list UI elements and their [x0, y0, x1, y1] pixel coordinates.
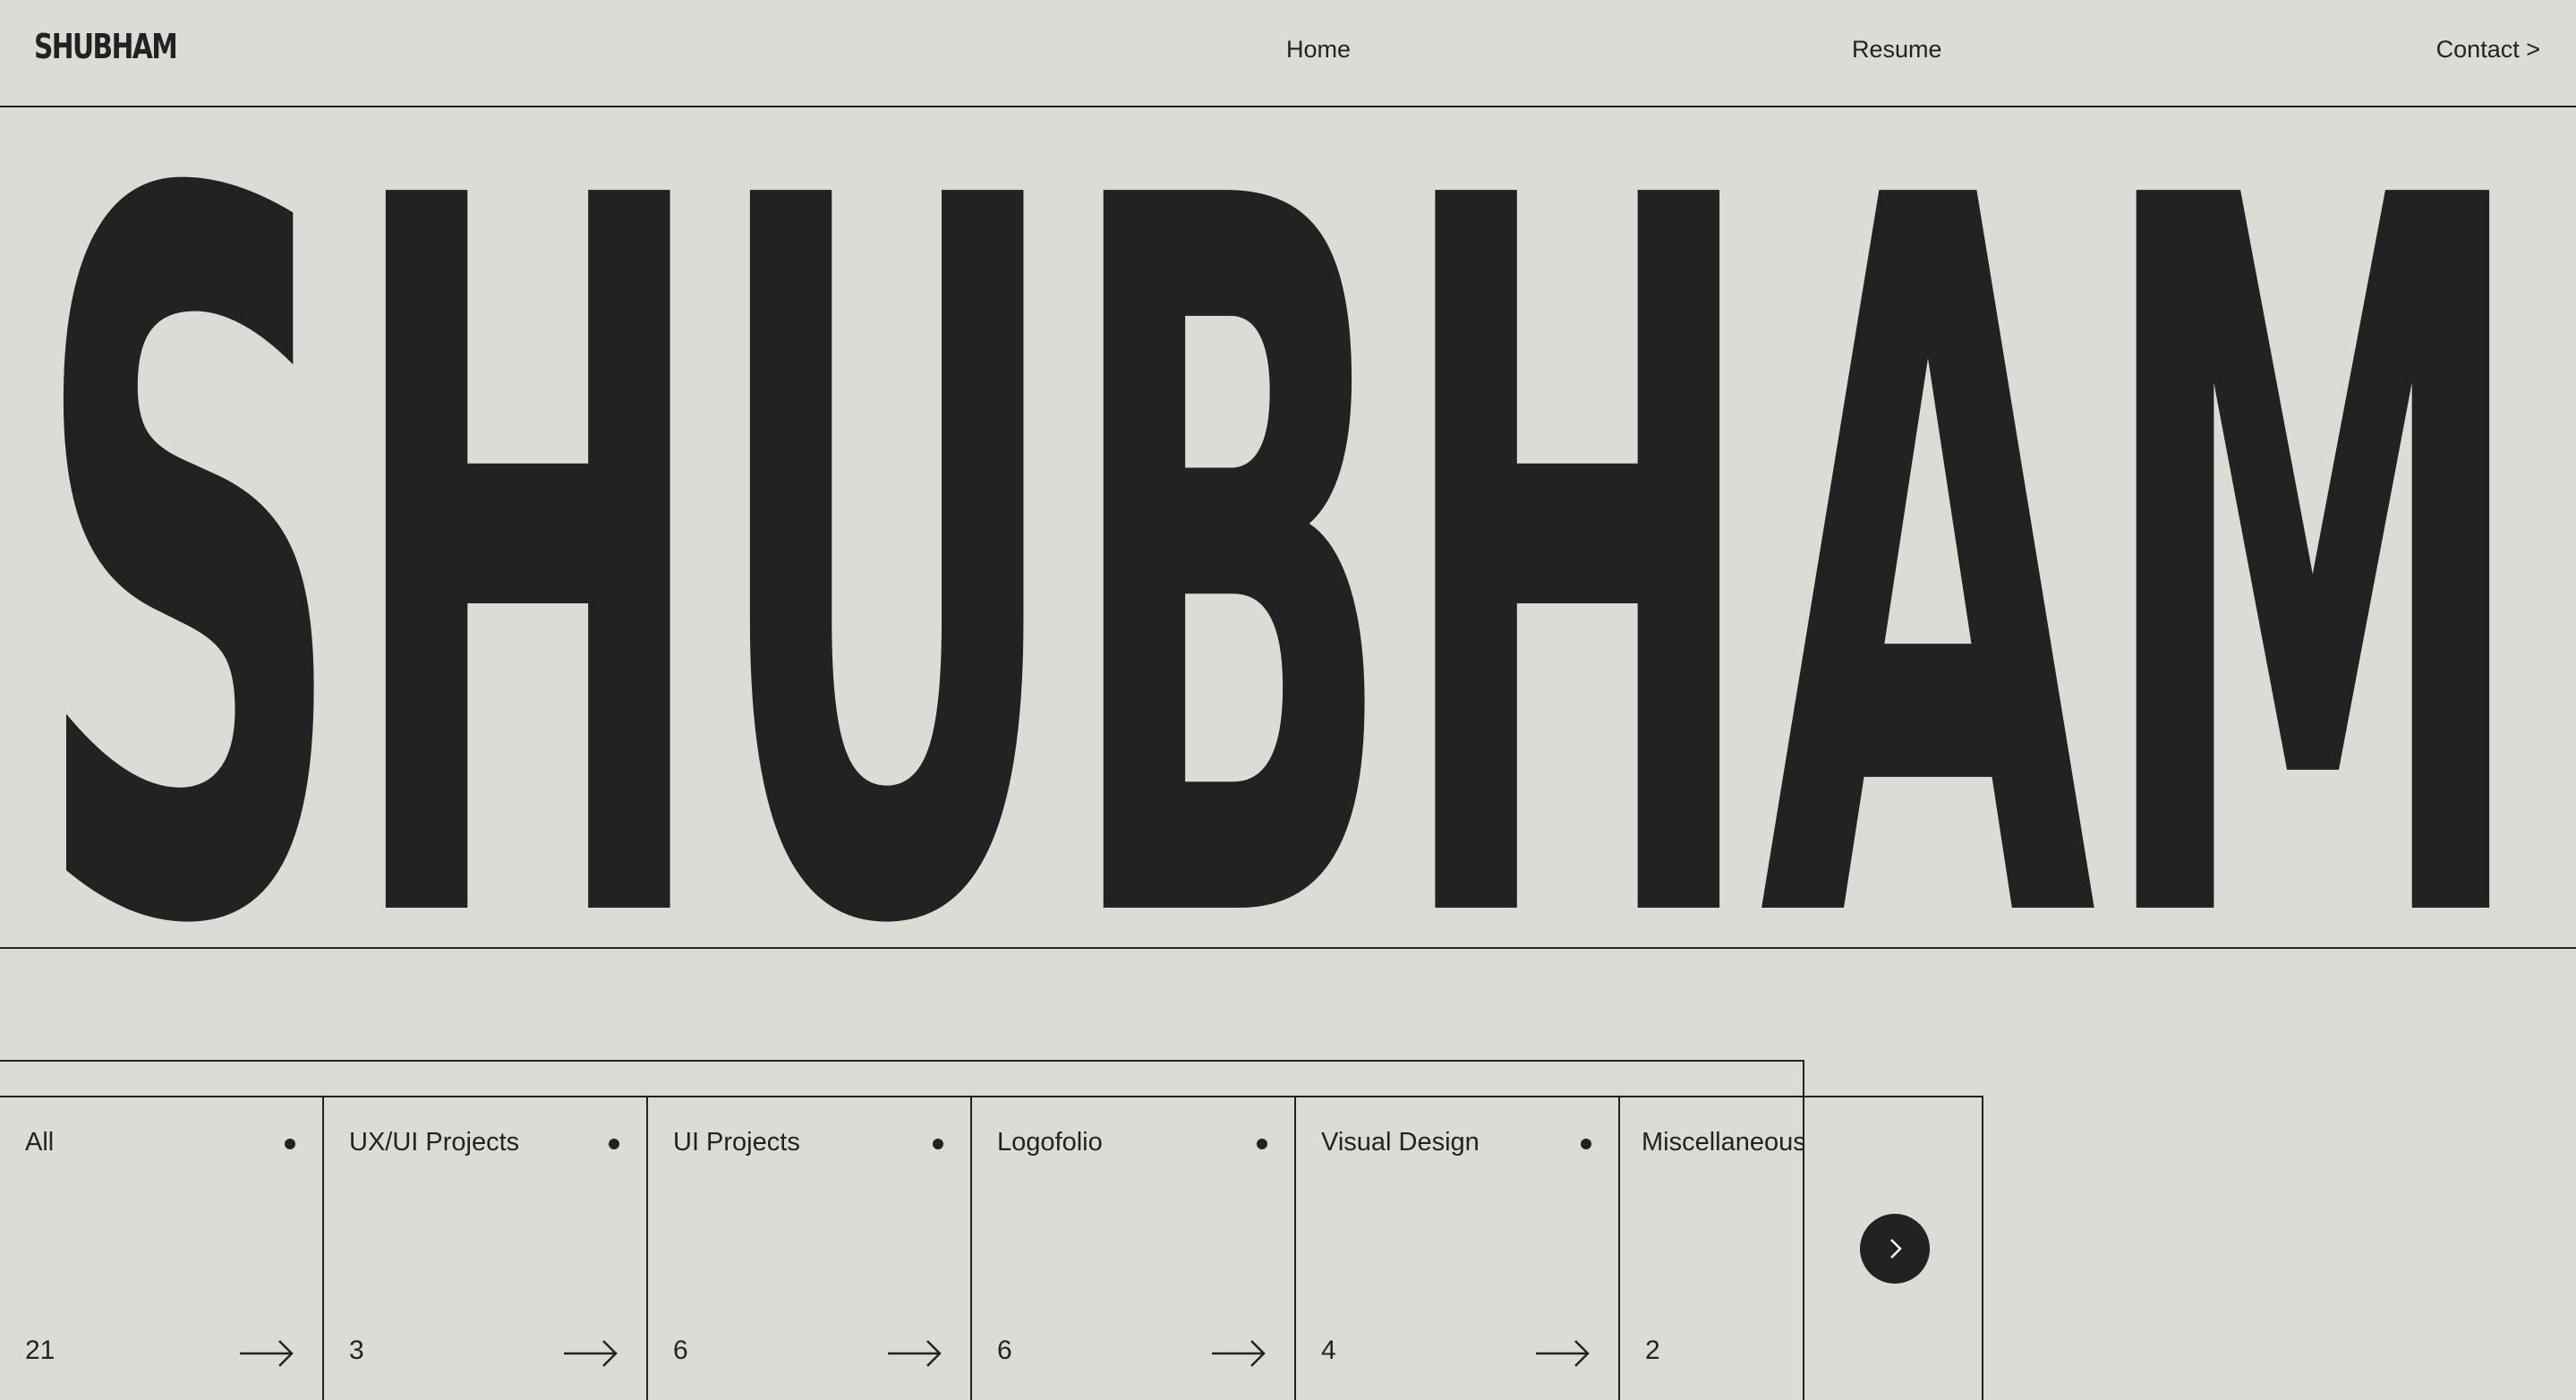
- hero-title-svg: SHUBHAM: [32, 0, 2529, 1140]
- category-label: All: [25, 1128, 55, 1157]
- category-count: 4: [1321, 1336, 1336, 1365]
- arrow-right-icon[interactable]: [888, 1336, 943, 1371]
- category-count: 6: [673, 1336, 688, 1365]
- hero-title-text: SHUBHAM: [32, 95, 2529, 990]
- bullet-dot-icon: [285, 1139, 295, 1149]
- category-label: Visual Design: [1321, 1128, 1480, 1157]
- chevron-right-icon: [1890, 1239, 1902, 1259]
- site-logo[interactable]: SHUBHAM: [34, 27, 178, 66]
- category-card-logofolio[interactable]: Logofolio 6: [972, 1096, 1296, 1400]
- category-card-ui-projects[interactable]: UI Projects 6: [648, 1096, 972, 1400]
- nav-resume-link[interactable]: Resume: [1852, 36, 1942, 64]
- bullet-dot-icon: [1257, 1139, 1267, 1149]
- nav-home-link[interactable]: Home: [1286, 36, 1351, 64]
- category-card-visual-design[interactable]: Visual Design 4: [1296, 1096, 1620, 1400]
- arrow-right-icon[interactable]: [240, 1336, 295, 1371]
- bullet-dot-icon: [609, 1139, 619, 1149]
- arrow-right-icon[interactable]: [564, 1336, 619, 1371]
- strip-top-border: [0, 1060, 1804, 1062]
- category-label: UX/UI Projects: [349, 1128, 520, 1157]
- hero-title: SHUBHAM: [32, 0, 2538, 1140]
- bullet-dot-icon: [1581, 1139, 1591, 1149]
- category-count: 6: [997, 1336, 1012, 1365]
- category-card-miscellaneous[interactable]: Miscellaneous 2: [1620, 1096, 1804, 1400]
- hero-divider: [0, 947, 2576, 949]
- category-label: Miscellaneous: [1642, 1128, 1804, 1157]
- strip-top-border-edge: [1803, 1060, 1804, 1097]
- bullet-dot-icon: [933, 1139, 943, 1149]
- nav-contact-link[interactable]: Contact >: [2436, 36, 2540, 64]
- arrow-right-icon[interactable]: [1212, 1336, 1267, 1371]
- category-label: UI Projects: [673, 1128, 800, 1157]
- category-card-all[interactable]: All 21: [0, 1096, 324, 1400]
- category-label: Logofolio: [997, 1128, 1103, 1157]
- category-card-ux-ui-projects[interactable]: UX/UI Projects 3: [324, 1096, 648, 1400]
- carousel-next-button[interactable]: [1860, 1214, 1930, 1284]
- category-count: 2: [1645, 1336, 1660, 1365]
- arrow-right-icon[interactable]: [1536, 1336, 1591, 1371]
- category-count: 21: [25, 1336, 55, 1365]
- category-count: 3: [349, 1336, 364, 1365]
- carousel-nav-cell: [1803, 1096, 1983, 1400]
